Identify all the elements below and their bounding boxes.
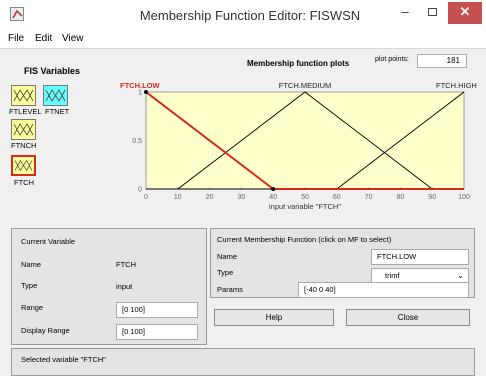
x-tick-label: 30 (238, 194, 246, 201)
plot-title: Membership function plots (247, 59, 350, 68)
mf-label: FTCH.LOW (120, 81, 160, 90)
close-button[interactable]: Close (346, 309, 470, 326)
menu-view[interactable]: View (62, 33, 84, 44)
editor-body: FIS Variables FTLEVEL FTNET FTNCH FTCH M… (0, 49, 486, 376)
y-tick-label: 0 (138, 187, 142, 194)
mf-label: FTCH.MEDIUM (279, 81, 332, 90)
display-range-label: Display Range (21, 326, 70, 335)
x-tick-label: 20 (206, 194, 214, 201)
mf-name-input[interactable]: FTCH.LOW (371, 249, 469, 265)
range-input[interactable]: [0 100] (116, 302, 198, 318)
current-mf-title: Current Membership Function (click on MF… (217, 235, 392, 244)
x-tick-label: 70 (365, 194, 373, 201)
variable-ftlevel[interactable] (11, 85, 36, 106)
title-bar: Membership Function Editor: FISWSN – ✕ (0, 0, 486, 30)
x-tick-label: 50 (301, 194, 309, 201)
variable-type-value: input (116, 282, 133, 291)
current-variable-title: Current Variable (21, 237, 76, 246)
x-tick-label: 80 (397, 194, 405, 201)
minimize-button[interactable]: – (394, 2, 416, 24)
current-variable-panel: Current Variable Name FTCH Type input Ra… (11, 228, 207, 345)
close-window-button[interactable]: ✕ (448, 2, 482, 24)
variable-ftch[interactable] (11, 155, 36, 176)
mf-type-value: trimf (385, 271, 400, 280)
mf-vertex-marker (144, 90, 148, 94)
variable-label-ftlevel: FTLEVEL (9, 107, 42, 116)
maximize-icon (427, 8, 437, 16)
variable-label-ftch: FTCH (14, 178, 34, 187)
membership-function-plot[interactable]: 0 10 20 30 40 50 60 70 80 90 100 0 0.5 1 input variabl… (120, 77, 480, 222)
y-tick-label: 1 (138, 90, 142, 97)
window-title: Membership Function Editor: FISWSN (139, 8, 361, 23)
menu-file[interactable]: File (8, 33, 24, 44)
mf-type-label: Type (217, 268, 234, 277)
menu-bar: File Edit View (0, 30, 486, 49)
fis-variables-title: FIS Variables (24, 66, 81, 76)
x-tick-label: 0 (144, 194, 148, 201)
help-button[interactable]: Help (214, 309, 334, 326)
x-tick-label: 10 (174, 194, 182, 201)
x-tick-label: 40 (269, 194, 277, 201)
menu-edit[interactable]: Edit (35, 33, 52, 44)
current-mf-panel: Current Membership Function (click on MF… (210, 228, 475, 298)
chevron-down-icon: ⌄ (457, 271, 464, 280)
variable-label-ftnet: FTNET (45, 107, 70, 116)
x-tick-label: 100 (458, 194, 470, 201)
mf-name-label: Name (217, 252, 238, 261)
x-axis-label: input variable "FTCH" (269, 202, 341, 211)
display-range-input[interactable]: [0 100] (116, 324, 198, 340)
mf-vertex-marker (271, 187, 276, 191)
mf-params-label: Params (217, 285, 243, 294)
variable-type-label: Type (21, 281, 38, 290)
variable-ftnet[interactable] (43, 85, 68, 106)
mf-label: FTCH.HIGH (436, 81, 477, 90)
variable-label-ftnch: FTNCH (11, 141, 37, 150)
variable-ftnch[interactable] (11, 119, 36, 140)
status-text: Selected variable "FTCH" (21, 355, 106, 364)
plot-points-label: plot points: (375, 56, 409, 63)
mf-params-input[interactable]: [-40 0 40] (298, 282, 469, 298)
x-tick-label: 90 (428, 194, 436, 201)
x-tick-label: 60 (333, 194, 341, 201)
matlab-icon[interactable] (10, 7, 24, 21)
status-bar: Selected variable "FTCH" (11, 348, 475, 376)
plot-points-input[interactable]: 181 (417, 54, 467, 68)
plot-area (145, 91, 465, 190)
range-label: Range (21, 303, 44, 312)
variable-name-label: Name (21, 260, 42, 269)
maximize-button[interactable] (421, 2, 443, 24)
y-tick-label: 0.5 (132, 138, 142, 145)
variable-name-value: FTCH (116, 260, 136, 269)
